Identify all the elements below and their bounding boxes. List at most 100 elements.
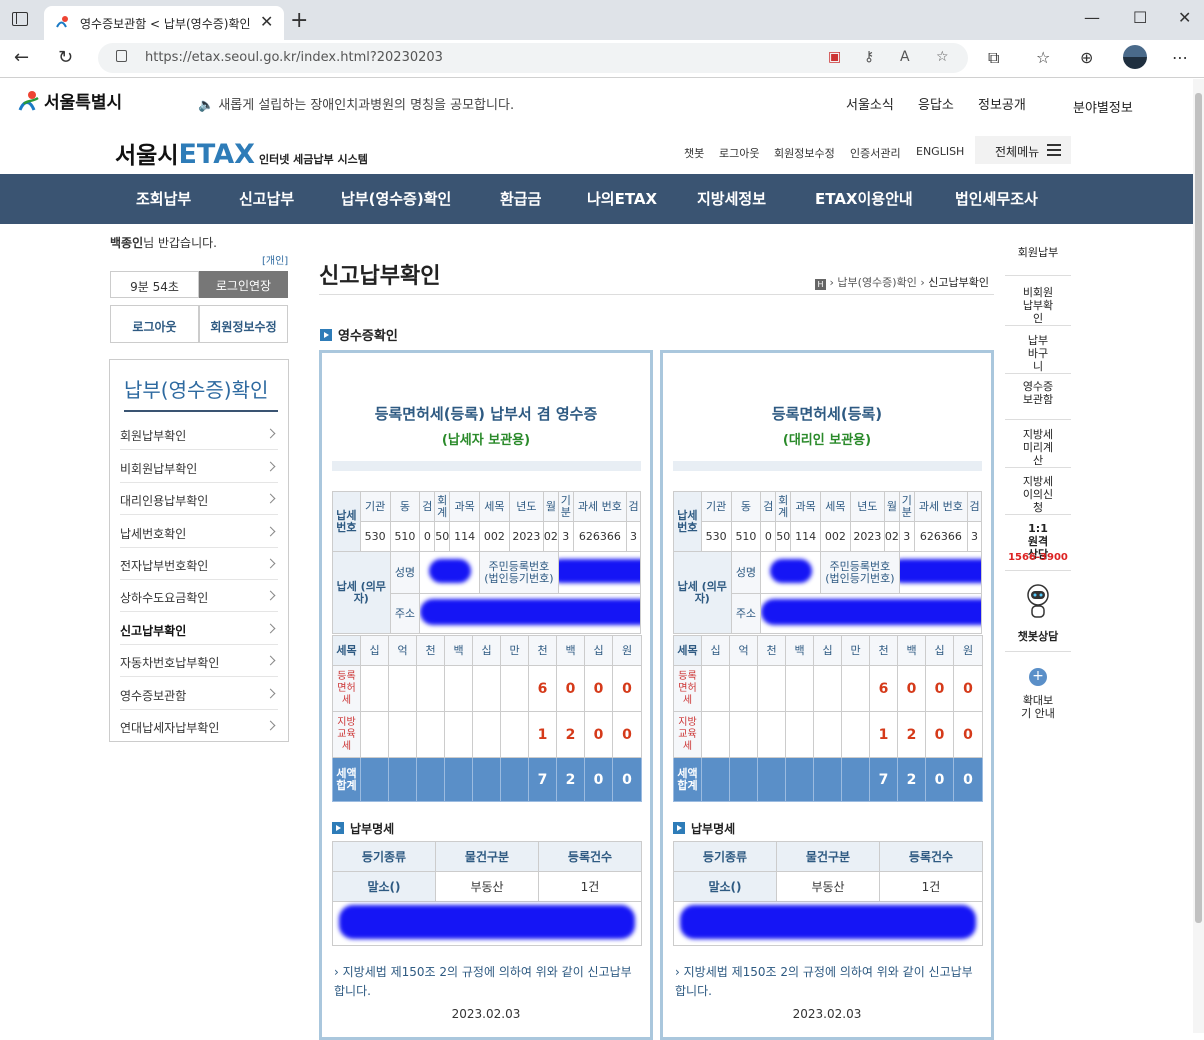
util-link-english[interactable]: ENGLISH (916, 145, 964, 158)
digit-header: 만 (841, 635, 870, 666)
quick-phone: 1566-3900 (1005, 551, 1071, 571)
amount-table: 세목 십 억 천 백 십 만 천 백 십 원 등록 면허 세 6 0 0 0 지방 교육 세 1 2 0 0 세액 합계 7… (332, 635, 642, 802)
side-item-car-check[interactable]: 자동차번호납부확인 (120, 645, 278, 677)
payment-cell: 부동산 (776, 871, 880, 902)
total-cell (785, 757, 814, 802)
top-link-response[interactable]: 응답소 (918, 94, 954, 113)
side-item-epay-check[interactable]: 전자납부번호확인 (120, 548, 278, 580)
logout-button[interactable]: 로그아웃 (110, 305, 199, 343)
quick-precalc[interactable]: 지방세 미리계산 (1005, 428, 1071, 468)
quick-chatbot[interactable]: 챗봇상담 (1005, 630, 1071, 652)
top-link-news[interactable]: 서울소식 (846, 94, 894, 113)
nav-corporate-audit[interactable]: 법인세무조사 (955, 188, 1038, 209)
digit-cell (360, 665, 389, 712)
digit-header: 천 (757, 635, 786, 666)
scrollbar-thumb[interactable] (1195, 93, 1202, 923)
payment-cell: 1건 (538, 871, 642, 902)
key-icon[interactable]: ⚷ (864, 49, 874, 65)
total-digit: 2 (897, 757, 926, 802)
tab-close-icon[interactable]: ✕ (260, 12, 273, 31)
nav-inquiry-pay[interactable]: 조회납부 (136, 188, 191, 209)
util-link-edit-profile[interactable]: 회원정보수정 (774, 145, 835, 161)
extensions-icon[interactable]: ⧉ (988, 48, 999, 68)
quick-receipt-box[interactable]: 영수증 보관함 (1005, 380, 1071, 420)
breadcrumb-item[interactable]: 납부(영수증)확인 (837, 276, 916, 289)
minimize-icon[interactable]: — (1084, 8, 1100, 27)
tax-row-label: 등록 면허 세 (332, 665, 361, 712)
quick-remote-consult[interactable]: 1:1 원격 상담 (1005, 522, 1071, 561)
util-link-chatbot[interactable]: 챗봇 (684, 145, 704, 161)
zoom-plus-icon[interactable]: + (1029, 668, 1047, 686)
side-item-receipt-box[interactable]: 영수증보관함 (120, 678, 278, 710)
nav-my-etax[interactable]: 나의ETAX (587, 188, 657, 209)
taxno-header: 과세 번호 (913, 491, 969, 522)
more-menu-icon[interactable]: ⋯ (1172, 48, 1188, 67)
quick-zoom-guide[interactable]: 확대보기 안내 (1005, 694, 1071, 724)
digit-value: 0 (925, 711, 954, 758)
extend-login-button[interactable]: 로그인연장 (199, 271, 288, 298)
collections-icon[interactable]: ⊕ (1080, 48, 1093, 67)
greeting: 백종인님 반갑습니다. (110, 234, 217, 251)
digit-header: 만 (500, 635, 529, 666)
quick-cart[interactable]: 납부 바구니 (1005, 334, 1071, 374)
util-link-certificate[interactable]: 인증서관리 (850, 145, 901, 161)
side-item-guest-check[interactable]: 비회원납부확인 (120, 451, 278, 483)
etax-brand[interactable]: 서울시ETAX 인터넷 세금납부 시스템 (115, 136, 368, 170)
idno-label: 주민등록번호 (법인등기번호) (820, 551, 900, 594)
digit-value: 0 (953, 665, 983, 712)
favorites-icon[interactable]: ☆ (1036, 48, 1050, 67)
favorite-add-icon[interactable]: ☆ (936, 49, 949, 65)
quick-member-pay[interactable]: 회원납부 (1005, 246, 1071, 276)
page-scrollbar[interactable] (1193, 79, 1204, 1033)
profile-avatar[interactable] (1123, 45, 1147, 69)
nav-refund[interactable]: 환급금 (500, 188, 541, 209)
taxno-header: 년도 (508, 491, 544, 522)
nav-report-pay[interactable]: 신고납부 (239, 188, 294, 209)
payment-header: 등기종류 (673, 841, 777, 872)
browser-tab[interactable]: 영수증보관함 < 납부(영수증)확인 ✕ (44, 6, 284, 40)
speaker-icon: 🔈 (198, 98, 219, 113)
side-item-member-check[interactable]: 회원납부확인 (120, 418, 278, 450)
taxno-header: 과목 (449, 491, 480, 522)
all-menu-button[interactable]: 전체메뉴 (975, 136, 1071, 164)
taxno-value: 626366 (572, 521, 628, 552)
quick-objection[interactable]: 지방세 이의신청 (1005, 475, 1071, 515)
side-item-taxno-check[interactable]: 납세번호확인 (120, 516, 278, 548)
receipt-date: 2023.02.03 (451, 1007, 521, 1021)
side-item-agent-check[interactable]: 대리인용납부확인 (120, 483, 278, 515)
window-menu-icon[interactable] (12, 12, 28, 26)
side-item-water-check[interactable]: 상하수도요금확인 (120, 580, 278, 612)
taxno-header: 기분 (557, 491, 574, 522)
total-digit: 0 (953, 757, 983, 802)
quick-guest-check[interactable]: 비회원 납부확인 (1005, 286, 1071, 326)
window-close-icon[interactable]: ✕ (1178, 8, 1191, 27)
nav-receipt-check[interactable]: 납부(영수증)확인 (341, 188, 451, 209)
digit-header: 십 (701, 635, 730, 666)
session-timer: 9분 54초 (110, 271, 199, 298)
total-digit: 7 (528, 757, 557, 802)
nav-etax-guide[interactable]: ETAX이용안내 (815, 188, 913, 209)
refresh-icon[interactable]: ↻ (58, 47, 73, 68)
digit-cell (472, 665, 501, 712)
top-link-field-info[interactable]: 분야별정보 (1073, 97, 1133, 116)
new-tab-icon[interactable]: + (290, 8, 308, 33)
seoul-city-logo[interactable]: 서울특별시 (18, 88, 122, 113)
back-icon[interactable]: ← (14, 47, 29, 68)
home-icon[interactable]: H (815, 279, 826, 290)
taxno-header: 기분 (898, 491, 915, 522)
address-bar[interactable]: https://etax.seoul.go.kr/index.html?2023… (98, 43, 968, 73)
edit-profile-button[interactable]: 회원정보수정 (199, 305, 288, 343)
taxno-value: 626366 (913, 521, 969, 552)
side-item-report-check[interactable]: 신고납부확인 (120, 613, 278, 645)
taxno-value: 3 (557, 521, 574, 552)
tracking-icon[interactable]: ▣ (828, 49, 841, 65)
util-link-logout[interactable]: 로그아웃 (719, 145, 759, 161)
read-aloud-icon[interactable]: A (900, 49, 910, 65)
payment-header: 등기종류 (332, 841, 436, 872)
top-link-info[interactable]: 정보공개 (978, 94, 1026, 113)
side-item-joint-check[interactable]: 연대납세자납부확인 (120, 710, 278, 742)
nav-local-tax-info[interactable]: 지방세정보 (697, 188, 766, 209)
notice-banner[interactable]: 🔈 새롭게 설립하는 장애인치과병원의 명칭을 공모합니다. (198, 94, 514, 113)
maximize-icon[interactable]: ☐ (1133, 8, 1147, 27)
payment-cell: 말소() (332, 871, 436, 902)
